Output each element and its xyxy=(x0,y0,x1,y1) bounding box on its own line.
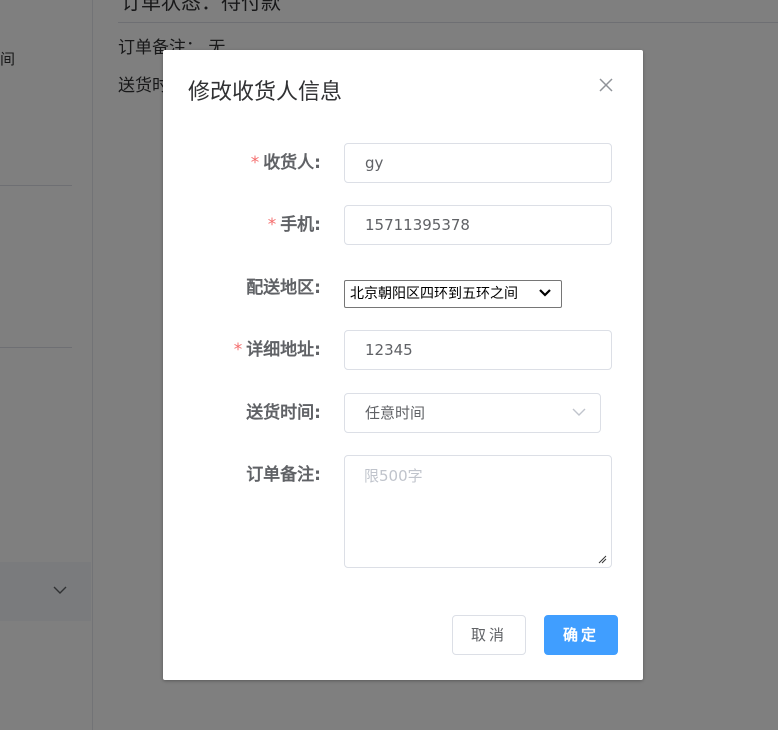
required-mark: * xyxy=(233,340,243,360)
remark-textarea[interactable] xyxy=(344,455,612,568)
delivery-time-value: 任意时间 xyxy=(365,404,426,422)
address-input[interactable] xyxy=(344,330,612,370)
region-value: 北京朝阳区四环到五环之间 xyxy=(350,286,518,302)
close-icon xyxy=(599,78,613,92)
required-mark: * xyxy=(267,215,277,235)
form-row-delivery-time: 送货时间: 任意时间 xyxy=(163,393,643,433)
form-row-phone: * 手机: xyxy=(163,205,643,245)
phone-label: * 手机: xyxy=(267,215,321,235)
confirm-button[interactable]: 确定 xyxy=(544,615,618,655)
address-label: * 详细地址: xyxy=(233,340,321,360)
form-row-address: * 详细地址: xyxy=(163,330,643,370)
region-label: 配送地区: xyxy=(246,278,321,298)
dialog-title: 修改收货人信息 xyxy=(188,80,343,105)
close-button[interactable] xyxy=(597,76,615,94)
form-row-receiver: * 收货人: xyxy=(163,143,643,183)
chevron-down-icon xyxy=(572,408,586,416)
resize-grip-icon[interactable] xyxy=(597,554,607,564)
receiver-label: * 收货人: xyxy=(250,153,321,173)
form-row-remark: 订单备注: xyxy=(163,455,643,568)
delivery-time-select[interactable]: 任意时间 xyxy=(344,393,601,433)
form-row-region: 配送地区: 北京朝阳区四环到五环之间 xyxy=(163,268,643,308)
chevron-down-icon xyxy=(539,289,551,297)
region-select[interactable]: 北京朝阳区四环到五环之间 xyxy=(344,280,562,308)
cancel-button[interactable]: 取消 xyxy=(452,615,526,655)
remark-label: 订单备注: xyxy=(246,465,321,485)
required-mark: * xyxy=(250,153,260,173)
phone-input[interactable] xyxy=(344,205,612,245)
receiver-input[interactable] xyxy=(344,143,612,183)
delivery-time-label: 送货时间: xyxy=(246,403,321,423)
edit-receiver-dialog: 修改收货人信息 *收货人: *手机: 配送地区: 北京朝阳区四环到五环之间 *详… xyxy=(163,50,643,680)
